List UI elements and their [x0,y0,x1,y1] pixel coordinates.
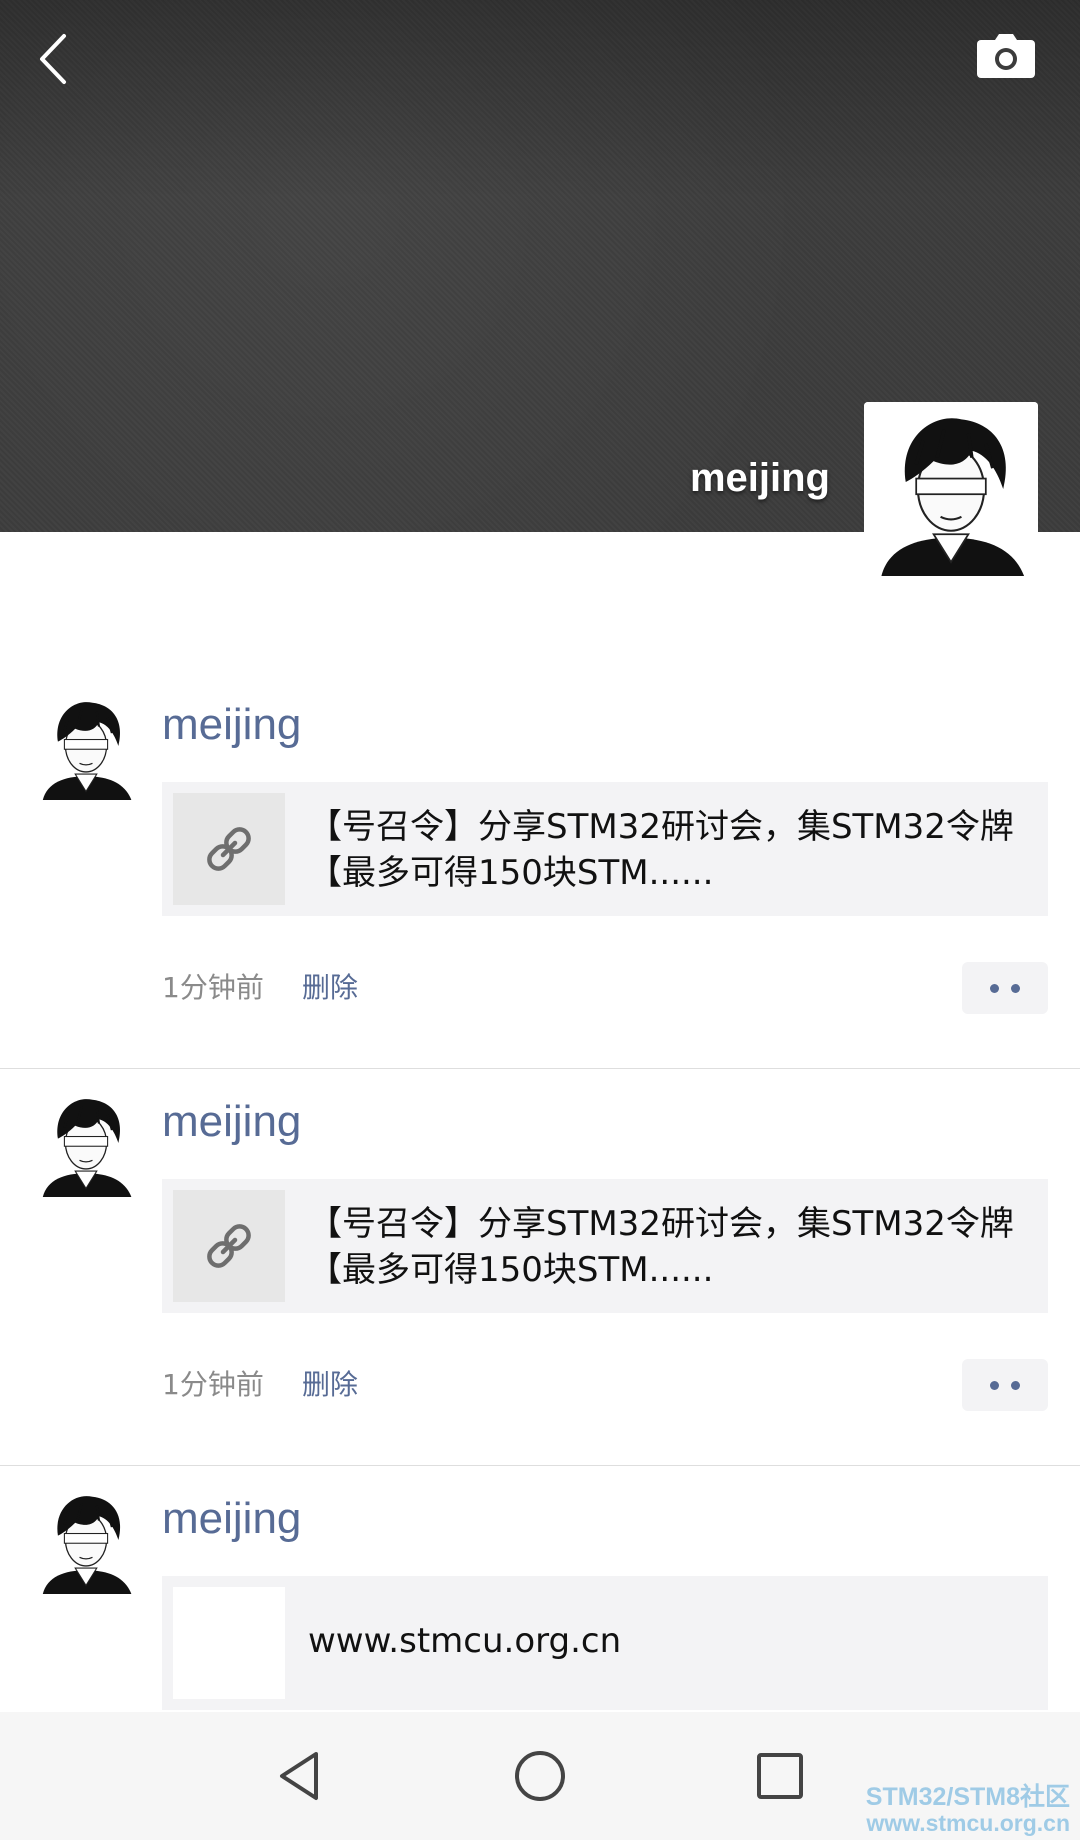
post-time: 1分钟前 [162,1368,264,1401]
more-dots-icon [990,983,999,993]
feed-post: meijing 【号召令】分享STM32研讨会，集STM32令牌 【最多可得15… [0,1069,1080,1466]
link-title: 【号召令】分享STM32研讨会，集STM32令牌 【最多可得150块STM...… [308,807,1014,893]
post-avatar[interactable] [32,1486,140,1594]
watermark: STM32/STM8社区 www.stmcu.org.cn [865,1783,1070,1836]
nav-back-button[interactable] [268,1744,332,1808]
link-title: 【号召令】分享STM32研讨会，集STM32令牌 【最多可得150块STM...… [308,1204,1014,1290]
camera-icon [977,34,1035,78]
more-dots-icon [990,1380,999,1390]
chevron-left-icon [40,34,66,84]
profile-name: meijing [689,456,830,500]
nav-home-button[interactable] [508,1744,572,1808]
post-author[interactable]: meijing [162,1494,301,1544]
nav-recents-button[interactable] [748,1744,812,1808]
profile-avatar[interactable] [864,402,1038,576]
post-divider [0,1465,1080,1466]
link-thumbnail [173,1190,285,1302]
post-author[interactable]: meijing [162,1097,301,1147]
moments-feed: meijing 【号召令】分享STM32研讨会，集STM32令牌 【最多可得15… [0,672,1080,1710]
avatar-image [32,692,140,800]
avatar-image [32,1089,140,1197]
watermark-line1: STM32/STM8社区 [865,1783,1070,1811]
post-avatar[interactable] [32,1089,140,1197]
post-author[interactable]: meijing [162,700,301,750]
shared-link-card[interactable]: 【号召令】分享STM32研讨会，集STM32令牌 【最多可得150块STM...… [162,1179,1048,1313]
link-icon [207,827,251,871]
link-title: www.stmcu.org.cn [308,1621,622,1661]
feed-post: meijing 【号召令】分享STM32研讨会，集STM32令牌 【最多可得15… [0,672,1080,1069]
shared-link-card[interactable]: www.stmcu.org.cn [162,1576,1048,1710]
link-thumbnail [173,1587,285,1699]
more-button[interactable] [962,962,1048,1014]
delete-button[interactable]: 删除 [302,1363,358,1403]
circle-home-icon [515,1751,565,1801]
delete-button[interactable]: 删除 [302,966,358,1006]
post-avatar[interactable] [32,692,140,800]
back-button[interactable] [30,24,86,94]
avatar-image [32,1486,140,1594]
camera-button[interactable] [975,32,1037,82]
link-thumbnail [173,793,285,905]
square-recents-icon [757,1753,803,1799]
shared-link-card[interactable]: 【号召令】分享STM32研讨会，集STM32令牌 【最多可得150块STM...… [162,782,1048,916]
watermark-line2: www.stmcu.org.cn [866,1810,1070,1836]
more-dots-icon [1011,983,1020,993]
profile-avatar-image [864,402,1038,576]
post-time: 1分钟前 [162,971,264,1004]
more-dots-icon [1011,1380,1020,1390]
triangle-back-icon [280,1752,318,1800]
link-icon [207,1224,251,1268]
more-button[interactable] [962,1359,1048,1411]
cover-shade [0,0,1080,200]
